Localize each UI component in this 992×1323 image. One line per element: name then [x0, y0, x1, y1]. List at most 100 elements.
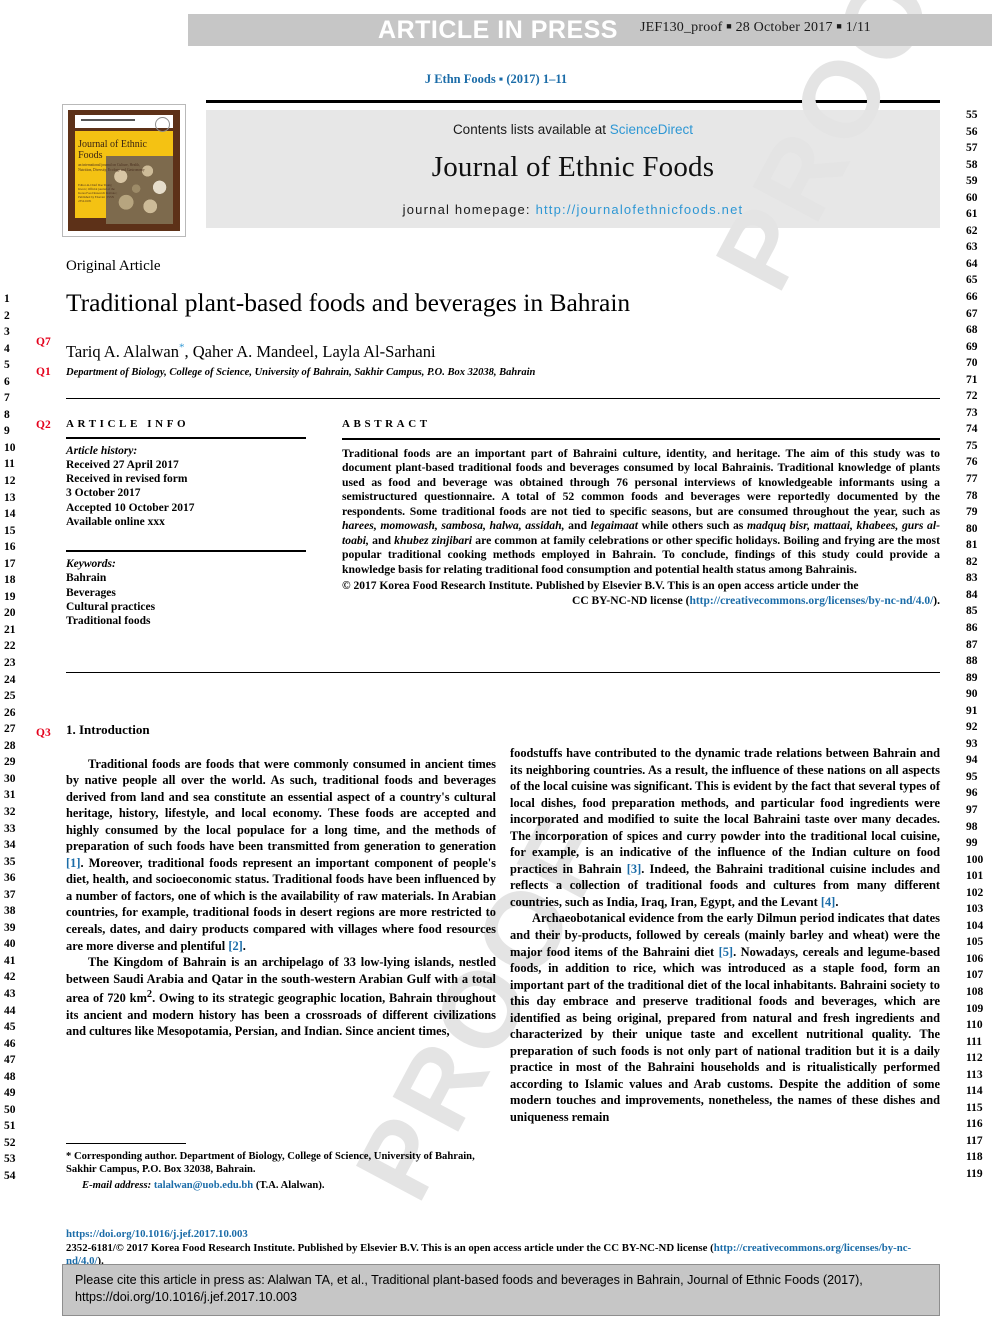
- line-number: 98: [966, 820, 978, 833]
- line-number: 4: [4, 342, 10, 355]
- line-number: 76: [966, 456, 978, 469]
- line-number: 12: [4, 475, 16, 488]
- abstract-zone-bottom-rule: [66, 672, 940, 673]
- line-number: 84: [966, 588, 978, 601]
- line-number: 69: [966, 340, 978, 353]
- line-number: 18: [4, 574, 16, 587]
- line-number: 63: [966, 241, 978, 254]
- cover-blurb: Editor-in-Chief Dae Young Kwon | Officia…: [78, 182, 118, 203]
- line-number: 106: [966, 952, 984, 965]
- reference-3-link[interactable]: [3]: [627, 862, 641, 876]
- license-link[interactable]: http://creativecommons.org/licenses/by-n…: [689, 595, 933, 607]
- line-number: 42: [4, 971, 16, 984]
- line-number: 79: [966, 506, 978, 519]
- line-number: 13: [4, 491, 16, 504]
- line-number: 25: [4, 690, 16, 703]
- line-number: 44: [4, 1004, 16, 1017]
- sciencedirect-link[interactable]: ScienceDirect: [610, 122, 693, 137]
- line-number: 51: [4, 1120, 16, 1133]
- line-number: 50: [4, 1103, 16, 1116]
- proof-metadata: JEF130_proof ■ 28 October 2017 ■ 1/11: [640, 20, 871, 36]
- line-number: 34: [4, 839, 16, 852]
- journal-masthead: Journal of Ethnic Foods an international…: [62, 100, 940, 240]
- line-number: 16: [4, 541, 16, 554]
- email-line: E-mail address: talalwan@uob.edu.bh (T.A…: [66, 1179, 498, 1192]
- reference-5-link[interactable]: [5]: [719, 945, 733, 959]
- line-number: 81: [966, 539, 978, 552]
- reference-2-link[interactable]: [2]: [228, 939, 242, 953]
- line-number: 77: [966, 473, 978, 486]
- journal-homepage-link[interactable]: http://journalofethnicfoods.net: [536, 202, 744, 217]
- abstract-italic-4: khubez zinjibari: [394, 533, 473, 547]
- square-separator-icon: ■: [726, 21, 732, 31]
- contents-prefix: Contents lists available at: [452, 122, 610, 137]
- square-separator-icon: ■: [836, 21, 842, 31]
- line-number: 10: [4, 441, 16, 454]
- line-number: 82: [966, 555, 978, 568]
- license-suffix: ).: [933, 594, 940, 607]
- line-number: 54: [4, 1169, 16, 1182]
- history-item: Accepted 10 October 2017: [66, 501, 195, 514]
- line-number: 65: [966, 274, 978, 287]
- line-number: 72: [966, 390, 978, 403]
- line-number: 1: [4, 293, 10, 305]
- line-number: 56: [966, 125, 978, 138]
- line-number: 15: [4, 524, 16, 537]
- line-number: 31: [4, 789, 16, 802]
- cover-title: Journal of Ethnic Foods: [78, 139, 147, 162]
- abstract-rule: [342, 438, 940, 440]
- line-number: 95: [966, 770, 978, 783]
- history-item: Available online xxx: [66, 516, 165, 529]
- line-number: 90: [966, 688, 978, 701]
- line-number: 48: [4, 1070, 16, 1083]
- journal-homepage-line: journal homepage: http://journalofethnic…: [206, 202, 940, 217]
- publisher-info: https://doi.org/10.1016/j.jef.2017.10.00…: [66, 1228, 946, 1269]
- page-title: Traditional plant-based foods and bevera…: [66, 288, 631, 317]
- line-number: 61: [966, 208, 978, 221]
- line-number: 37: [4, 888, 16, 901]
- line-number: 30: [4, 772, 16, 785]
- doi-link[interactable]: https://doi.org/10.1016/j.jef.2017.10.00…: [66, 1228, 248, 1240]
- line-number: 71: [966, 373, 978, 386]
- intro-paragraph-4: Archaeobotanical evidence from the early…: [510, 910, 940, 1125]
- line-number: 8: [4, 408, 10, 421]
- line-number: 53: [4, 1153, 16, 1166]
- line-number: 116: [966, 1118, 983, 1131]
- line-number: 62: [966, 224, 978, 237]
- introduction-heading: 1. Introduction: [66, 722, 150, 737]
- line-number: 27: [4, 723, 16, 736]
- line-number: 105: [966, 936, 984, 949]
- query-marker-q1[interactable]: Q1: [36, 366, 51, 378]
- intro-paragraph-2: The Kingdom of Bahrain is an archipelago…: [66, 954, 496, 1040]
- intro-paragraph-1: Traditional foods are foods that were co…: [66, 756, 496, 955]
- intro-p3-a: foodstuffs have contributed to the dynam…: [510, 746, 940, 876]
- query-marker-q7[interactable]: Q7: [36, 336, 51, 348]
- abstract-heading: ABSTRACT: [342, 418, 431, 430]
- reference-4-link[interactable]: [4]: [821, 895, 835, 909]
- line-number: 115: [966, 1101, 983, 1114]
- footnote-rule: [66, 1143, 186, 1144]
- line-number: 45: [4, 1021, 16, 1034]
- line-number: 21: [4, 623, 16, 636]
- journal-name: Journal of Ethnic Foods: [431, 151, 715, 183]
- introduction-right-column: foodstuffs have contributed to the dynam…: [510, 745, 940, 1280]
- line-number: 94: [966, 754, 978, 767]
- history-item: Received in revised form: [66, 473, 188, 486]
- line-number: 17: [4, 557, 16, 570]
- author-email-link[interactable]: talalwan@uob.edu.bh: [154, 1180, 253, 1191]
- introduction-left-column: 1. Introduction Traditional foods are fo…: [66, 722, 496, 1142]
- line-number: 96: [966, 787, 978, 800]
- line-number: 87: [966, 638, 978, 651]
- query-marker-q3[interactable]: Q3: [36, 727, 51, 739]
- corresponding-author-footnote: * Corresponding author. Department of Bi…: [66, 1143, 498, 1192]
- query-marker-q2[interactable]: Q2: [36, 419, 51, 431]
- line-number: 114: [966, 1085, 983, 1098]
- keywords-block: Keywords: Bahrain Beverages Cultural pra…: [66, 557, 306, 628]
- line-number: 57: [966, 142, 978, 155]
- line-number: 9: [4, 425, 10, 438]
- line-number: 7: [4, 392, 10, 405]
- line-number: 55: [966, 109, 978, 121]
- reference-1-link[interactable]: [1]: [66, 856, 80, 870]
- email-owner: (T.A. Alalwan).: [255, 1179, 325, 1191]
- line-number: 68: [966, 324, 978, 337]
